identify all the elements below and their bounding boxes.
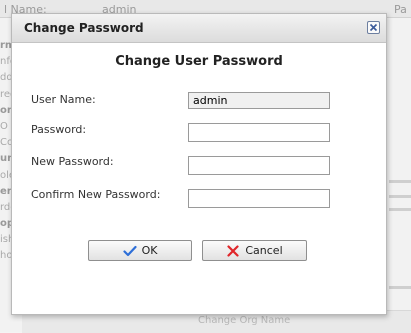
dialog-heading: Change User Password xyxy=(115,54,283,69)
password-label: Password: xyxy=(31,123,87,136)
new-password-label: New Password: xyxy=(31,155,114,168)
new-password-input[interactable] xyxy=(188,156,330,175)
username-field[interactable] xyxy=(188,92,330,109)
background-blur-block xyxy=(389,208,411,211)
background-footer-text: Change Org Name xyxy=(198,315,291,326)
x-icon xyxy=(227,244,239,257)
cancel-button[interactable]: Cancel xyxy=(202,240,307,261)
confirm-password-label: Confirm New Password: xyxy=(31,188,161,201)
checkmark-icon xyxy=(122,245,137,256)
change-password-dialog: Change Password Change User Password Use… xyxy=(11,13,387,315)
background-right-label: Pa xyxy=(394,3,407,16)
dialog-title: Change Password xyxy=(24,21,144,35)
close-icon xyxy=(369,23,378,32)
background-blur-block xyxy=(389,286,411,289)
password-input[interactable] xyxy=(188,123,330,142)
dialog-titlebar[interactable]: Change Password xyxy=(12,14,386,43)
cancel-button-label: Cancel xyxy=(245,244,283,257)
close-button[interactable] xyxy=(367,21,380,34)
confirm-password-input[interactable] xyxy=(188,189,330,208)
username-label: User Name: xyxy=(31,93,96,106)
ok-button-label: OK xyxy=(141,244,158,257)
ok-button[interactable]: OK xyxy=(88,240,192,261)
background-blur-block xyxy=(389,195,411,198)
background-blur-block xyxy=(389,180,411,183)
background-right-column xyxy=(389,40,411,300)
